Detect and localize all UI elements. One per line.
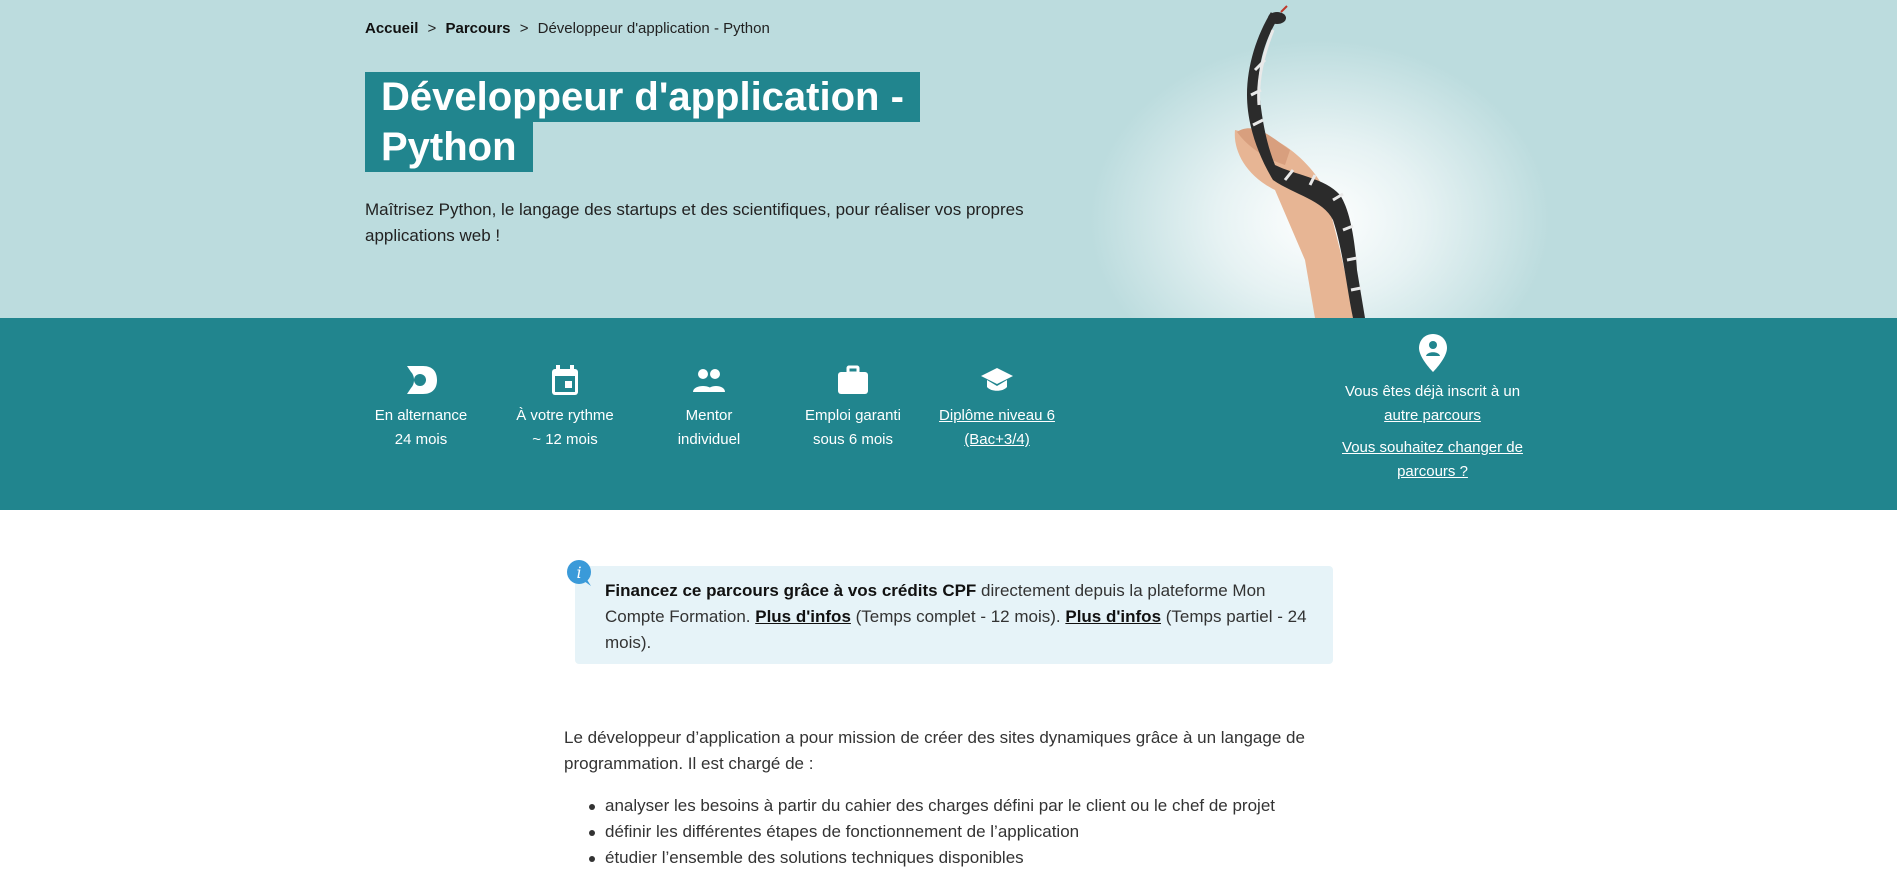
features-band: En alternance 24 mois À votre rythme ~ 1… [0,318,1897,510]
cpf-more-info-link-part-time[interactable]: Plus d'infos [1065,607,1161,626]
calendar-icon [552,365,578,395]
job-tasks-list: analyser les besoins à partir du cahier … [589,793,1275,871]
feature-line: Mentor [685,407,733,424]
feature-rythme: À votre rythme ~ 12 mois [493,362,637,452]
list-item: analyser les besoins à partir du cahier … [589,793,1275,819]
feature-emploi: Emploi garanti sous 6 mois [781,362,925,452]
info-icon: i [567,560,591,586]
change-path-link[interactable]: Vous souhaitez changer de parcours ? [1342,439,1523,480]
list-item: étudier l’ensemble des solutions techniq… [589,845,1275,871]
feature-line: sous 6 mois [812,431,894,448]
page-title-line: Développeur d'application - [365,72,920,122]
registration-text: Vous êtes déjà inscrit à un [1344,383,1521,400]
location-pin-icon [1418,334,1447,372]
breadcrumb-separator: > [427,20,437,37]
job-description-intro: Le développeur d’application a pour miss… [564,728,1305,773]
feature-alternance: En alternance 24 mois [349,362,493,452]
alternance-icon [407,366,437,394]
feature-line: (Bac+3/4) [964,431,1030,448]
list-item: définir les différentes étapes de foncti… [589,819,1275,845]
feature-line: ~ 12 mois [532,431,598,448]
breadcrumb-current: Développeur d'application - Python [537,20,770,37]
cpf-more-info-link-full-time[interactable]: Plus d'infos [755,607,851,626]
feature-line: En alternance [374,407,468,424]
page-title-line: Python [365,122,533,172]
hero-banner: Accueil > Parcours > Développeur d'appli… [0,0,1897,318]
briefcase-icon [838,365,868,394]
breadcrumb-paths-link[interactable]: Parcours [445,20,510,37]
registration-box: Vous êtes déjà inscrit à un autre parcou… [1325,332,1540,484]
feature-diplome: Diplôme niveau 6 (Bac+3/4) [925,362,1069,452]
feature-line: Emploi garanti [805,407,901,424]
hero-subtitle: Maîtrisez Python, le langage des startup… [365,200,1024,245]
breadcrumb-separator: > [519,20,529,37]
people-icon [693,369,725,392]
feature-line: Diplôme niveau 6 [939,407,1055,424]
feature-mentor: Mentor individuel [637,362,781,452]
feature-line: À votre rythme [516,407,614,424]
feature-line: individuel [677,431,741,448]
breadcrumb-home-link[interactable]: Accueil [365,20,418,37]
diploma-link[interactable]: Diplôme niveau 6 (Bac+3/4) [939,407,1055,448]
snake-in-hand-illustration [1234,5,1365,318]
other-path-link[interactable]: autre parcours [1384,407,1481,424]
page-title: Développeur d'application - Python [365,72,920,172]
breadcrumb: Accueil > Parcours > Développeur d'appli… [365,20,770,37]
cpf-bold-text: Financez ce parcours grâce à vos crédits… [605,581,977,600]
svg-text:i: i [576,563,581,582]
cpf-text: (Temps complet - 12 mois). [850,607,1066,626]
feature-line: 24 mois [394,431,448,448]
cpf-info-box: Financez ce parcours grâce à vos crédits… [575,566,1333,664]
snake-head [1268,12,1286,24]
graduation-cap-icon [981,368,1013,391]
